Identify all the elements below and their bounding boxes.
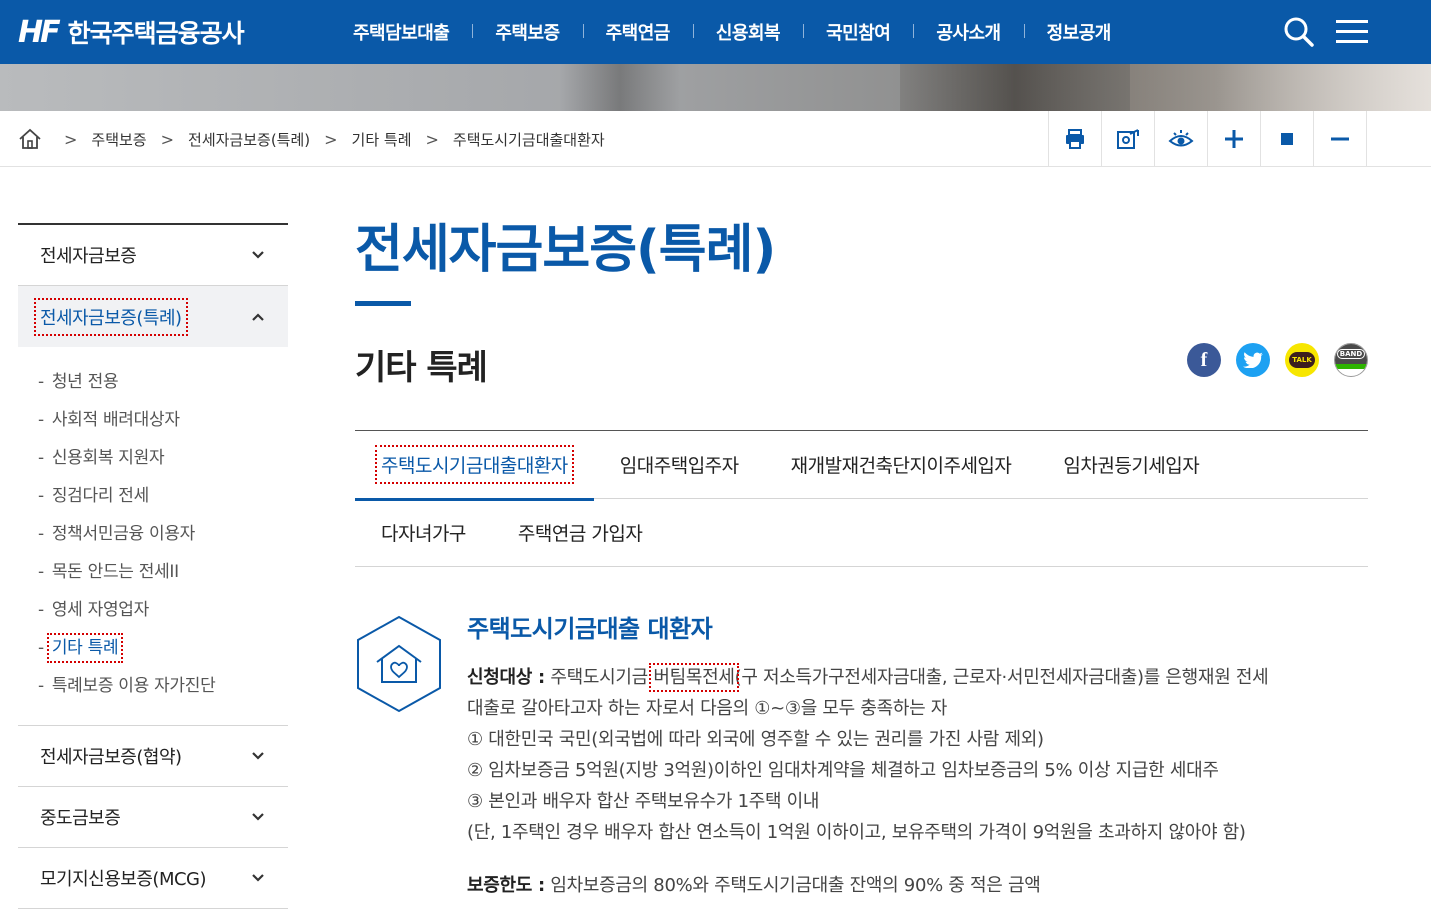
kakaotalk-icon[interactable]: TALK (1285, 343, 1319, 377)
condition-3: ③ 본인과 배우자 합산 주택보유수가 1주택 이내 (467, 791, 820, 812)
chevron-down-icon (252, 752, 264, 760)
tab-lease-registration-tenant[interactable]: 임차권등기세입자 (1037, 431, 1225, 499)
sidebar-cat-label: 모기지신용보증(MCG) (40, 869, 207, 890)
guarantee-limit-paragraph: 보증한도 : 임차보증금의 80%와 주택도시기금대출 잔액의 90% 중 적은… (467, 875, 1041, 896)
chevron-up-icon (252, 312, 264, 321)
house-heart-icon (357, 615, 441, 713)
share-button[interactable] (1102, 111, 1155, 167)
gnb-item-guarantee[interactable]: 주택보증 (472, 19, 582, 45)
zoom-out-icon (1331, 137, 1349, 141)
sidebar-cat-jeonse-special[interactable]: 전세자금보증(특례) (18, 286, 288, 347)
tab-fund-loan-refinance[interactable]: 주택도시기금대출대환자 (355, 431, 594, 501)
breadcrumb-item-other-special[interactable]: 기타 특례 (352, 129, 412, 150)
logo-mark: HF (18, 14, 61, 50)
section-title: 주택도시기금대출 대환자 (467, 615, 713, 643)
band-icon[interactable]: BAND (1334, 343, 1368, 377)
share-icon (1117, 129, 1139, 149)
print-icon (1066, 129, 1084, 149)
gnb-item-credit-recovery[interactable]: 신용회복 (692, 19, 803, 45)
zoom-in-icon (1225, 130, 1243, 148)
tab-row-2: 다자녀가구 주택연금 가입자 (355, 499, 1368, 567)
sidebar-cat-label: 전세자금보증(협약) (40, 747, 182, 768)
logo-text: 한국주택금융공사 (67, 19, 245, 48)
tab-pension-member[interactable]: 주택연금 가입자 (492, 499, 668, 567)
sidebar-cat-label: 전세자금보증 (40, 246, 137, 267)
sidebar-cat-label: 중도금보증 (40, 808, 121, 829)
site-logo[interactable]: HF 한국주택금융공사 (18, 12, 245, 52)
sidebar-cat-interim-payment[interactable]: 중도금보증 (18, 787, 288, 848)
condition-1: ① 대한민국 국민(외국법에 따라 외국에 영주할 수 있는 권리를 가진 사람… (467, 729, 1044, 750)
guarantee-limit-label: 보증한도 : (467, 875, 545, 896)
hamburger-icon[interactable] (1334, 14, 1370, 50)
sidebar-sub-item[interactable]: - 목돈 안드는 전세II (38, 555, 288, 593)
sidebar-sub-item[interactable]: - 정책서민금융 이용자 (38, 517, 288, 555)
apply-target-paragraph: 신청대상 : 주택도시기금 버팀목전세(구 저소득가구전세자금대출, 근로자·서… (467, 662, 1368, 848)
tab-multi-child[interactable]: 다자녀가구 (355, 499, 492, 567)
gnb-item-mortgage[interactable]: 주택담보대출 (330, 19, 472, 45)
zoom-in-button[interactable] (1208, 111, 1261, 167)
sidebar-cat-jeonse-agreement[interactable]: 전세자금보증(협약) (18, 726, 288, 787)
view-icon (1168, 130, 1194, 147)
page-title: 전세자금보증(특례) (355, 220, 776, 280)
highlighted-term: 버팀목전세 (649, 663, 739, 692)
chevron-down-icon (252, 251, 264, 259)
sidebar-sub-list: - 청년 전용 - 사회적 배려대상자 - 신용회복 지원자 - 징검다리 전세 - 정책… (18, 347, 288, 726)
breadcrumb-separator: > (324, 129, 338, 149)
gnb-item-about[interactable]: 공사소개 (913, 19, 1023, 45)
apply-target-label: 신청대상 : (467, 667, 545, 688)
location-bar: > 주택보증 > 전세자금보증(특례) > 기타 특례 > 주택도시기금대출대환… (0, 111, 1431, 167)
title-accent-bar (355, 301, 411, 306)
gnb-item-pension[interactable]: 주택연금 (582, 19, 693, 45)
gnb-item-disclosure[interactable]: 정보공개 (1023, 19, 1134, 45)
sidebar-sub-item[interactable]: - 특례보증 이용 자가진단 (38, 669, 288, 707)
sidebar-sub-item[interactable]: - 사회적 배려대상자 (38, 403, 288, 441)
home-icon[interactable] (18, 127, 42, 151)
sidebar-sub-item[interactable]: - 신용회복 지원자 (38, 441, 288, 479)
chevron-down-icon (252, 874, 264, 882)
section-fund-loan-refinance: 주택도시기금대출 대환자 신청대상 : 주택도시기금 버팀목전세(구 저소득가구… (355, 612, 1368, 901)
breadcrumb-item-guarantee[interactable]: 주택보증 (91, 129, 146, 150)
sidebar-sub-item[interactable]: - 청년 전용 (38, 365, 288, 403)
top-banner-image (0, 64, 1431, 111)
breadcrumb: > 주택보증 > 전세자금보증(특례) > 기타 특례 > 주택도시기금대출대환… (18, 111, 605, 167)
breadcrumb-separator: > (64, 129, 78, 149)
page-tools (1048, 111, 1367, 167)
sidebar-nav: 전세자금보증 전세자금보증(특례) - 청년 전용 - 사회적 배려대상자 - 신용회… (18, 223, 288, 909)
sidebar-cat-mcg[interactable]: 모기지신용보증(MCG) (18, 848, 288, 909)
content-tabs: 주택도시기금대출대환자 임대주택입주자 재개발재건축단지이주세입자 임차권등기세… (355, 430, 1368, 567)
chevron-down-icon (252, 813, 264, 821)
tab-rental-tenant[interactable]: 임대주택입주자 (594, 431, 765, 499)
global-nav: 주택담보대출 주택보증 주택연금 신용회복 국민참여 공사소개 정보공개 (330, 0, 1134, 64)
gnb-item-participation[interactable]: 국민참여 (803, 19, 913, 45)
sidebar-cat-jeonse[interactable]: 전세자금보증 (18, 225, 288, 286)
breadcrumb-item-current: 주택도시기금대출대환자 (452, 130, 605, 149)
zoom-reset-button[interactable] (1261, 111, 1314, 167)
sidebar-sub-item[interactable]: - 징검다리 전세 (38, 479, 288, 517)
tab-redevelopment-tenant[interactable]: 재개발재건축단지이주세입자 (765, 431, 1038, 499)
zoom-out-button[interactable] (1314, 111, 1367, 167)
facebook-icon[interactable]: f (1187, 343, 1221, 377)
view-button[interactable] (1155, 111, 1208, 167)
tab-row-1: 주택도시기금대출대환자 임대주택입주자 재개발재건축단지이주세입자 임차권등기세… (355, 431, 1368, 501)
sidebar-sub-item[interactable]: - 영세 자영업자 (38, 593, 288, 631)
site-header: HF 한국주택금융공사 주택담보대출 주택보증 주택연금 신용회복 국민참여 공… (0, 0, 1431, 64)
sidebar-cat-label: 전세자금보증(특례) (34, 297, 188, 336)
condition-2: ② 임차보증금 5억원(지방 3억원)이하인 임대차계약을 체결하고 임차보증금… (467, 760, 1219, 781)
breadcrumb-item-jeonse-special[interactable]: 전세자금보증(특례) (188, 129, 310, 150)
search-icon[interactable] (1281, 14, 1317, 50)
twitter-icon[interactable] (1236, 343, 1270, 377)
print-button[interactable] (1049, 111, 1102, 167)
sns-share: f TALK BAND (1187, 343, 1368, 377)
reset-icon (1281, 133, 1293, 145)
condition-note: (단, 1주택인 경우 배우자 합산 연소득이 1억원 이하이고, 보유주택의 … (467, 822, 1246, 843)
breadcrumb-separator: > (425, 129, 439, 149)
sidebar-sub-item-current[interactable]: - 기타 특례 (38, 631, 288, 669)
breadcrumb-separator: > (160, 129, 175, 149)
main-content: 전세자금보증(특례) 기타 특례 f TALK BAND 주택도시기금대출대환자… (355, 215, 1368, 896)
twitter-bird-icon (1243, 352, 1263, 368)
